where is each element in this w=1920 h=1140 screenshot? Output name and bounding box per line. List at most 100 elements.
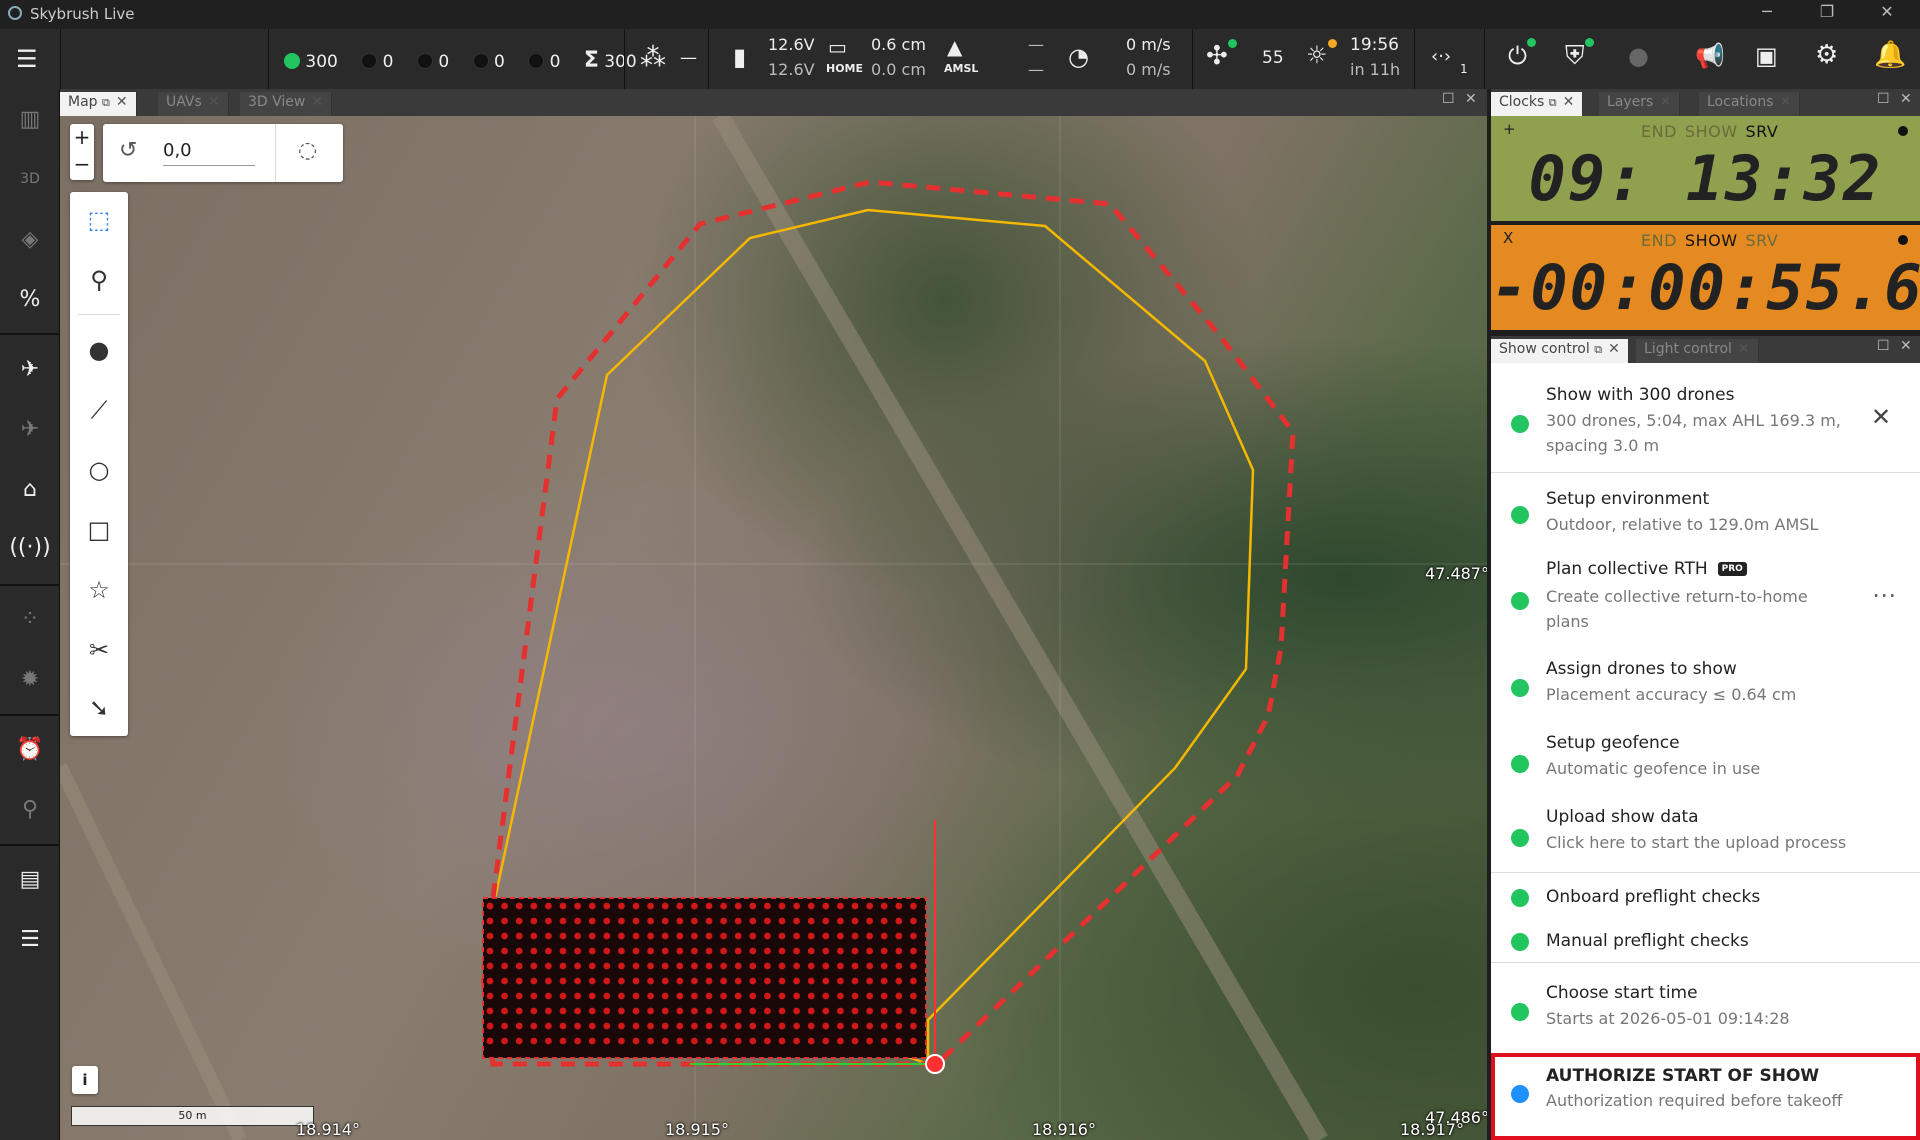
drone-marker[interactable] [530,947,538,955]
drone-marker[interactable] [603,932,611,940]
drone-marker[interactable] [734,902,742,910]
drone-marker[interactable] [851,932,859,940]
tab-map[interactable]: Map ⧉ ✕ [60,92,137,116]
drone-marker[interactable] [734,977,742,985]
drone-marker[interactable] [501,1022,508,1030]
drone-marker[interactable] [486,977,494,985]
drone-marker[interactable] [807,917,815,925]
drone-marker[interactable] [720,902,727,910]
drone-marker[interactable] [880,902,888,910]
drone-marker[interactable] [661,962,669,970]
drone-marker[interactable] [530,962,538,970]
map-view[interactable]: + − ↺ 0,0 ◌ ⬚ ⚲ ● ⟋ ○ □ ☆ ✂ ➘ i 50 m 18.… [60,116,1487,1140]
drone-marker[interactable] [880,917,888,925]
step-plan-rth[interactable]: Plan collective RTH PRO Create collective… [1491,543,1920,643]
drone-marker[interactable] [661,1007,669,1015]
drone-marker[interactable] [588,977,596,985]
drone-marker[interactable] [837,947,844,955]
step-onboard-preflight[interactable]: Onboard preflight checks [1491,873,1920,917]
drone-marker[interactable] [676,962,684,970]
drone-marker[interactable] [749,1007,757,1015]
close-panel-icon[interactable]: ✕ [1465,91,1477,107]
drone-marker[interactable] [778,947,786,955]
hamburger-menu-icon[interactable]: ☰ [16,45,38,73]
drone-marker[interactable] [632,1022,640,1030]
drone-marker[interactable] [778,1022,786,1030]
drone-marker[interactable] [866,977,873,985]
home-icon[interactable]: ⌂ [12,471,48,507]
drone-marker[interactable] [910,902,917,910]
drone-marker[interactable] [559,977,567,985]
rtk-icon[interactable]: ‹·› [1431,46,1451,67]
drone-marker[interactable] [866,932,873,940]
drone-marker[interactable] [559,947,567,955]
drone-marker[interactable] [486,917,494,925]
drone-marker[interactable] [822,977,830,985]
drone-marker[interactable] [880,1007,888,1015]
drone-marker[interactable] [793,917,800,925]
drone-marker[interactable] [880,992,888,1000]
drone-marker[interactable] [880,962,888,970]
sunset-icon[interactable]: ☼ [1306,41,1328,69]
drone-marker[interactable] [778,902,786,910]
drone-marker[interactable] [588,1007,596,1015]
step-upload-show-data[interactable]: Upload show data Click here to start the… [1491,793,1920,873]
drone-marker[interactable] [807,1007,815,1015]
drone-marker[interactable] [574,1022,581,1030]
zoom-out-button[interactable]: − [70,151,94,178]
drone-marker[interactable] [501,947,508,955]
tab-locations[interactable]: Locations ✕ [1699,92,1801,116]
drone-marker[interactable] [515,977,523,985]
drone-marker[interactable] [618,977,625,985]
tab-uavs[interactable]: UAVs ✕ [158,92,229,116]
step-choose-start-time[interactable]: Choose start time Starts at 2026-05-01 0… [1491,963,1920,1049]
drone-marker[interactable] [691,962,698,970]
drone-marker[interactable] [647,1007,654,1015]
drone-marker[interactable] [866,917,873,925]
drone-marker[interactable] [866,1007,873,1015]
drone-marker[interactable] [501,902,508,910]
drone-marker[interactable] [545,977,552,985]
drone-marker[interactable] [764,917,771,925]
drone-marker[interactable] [559,962,567,970]
drone-marker[interactable] [778,917,786,925]
drone-marker[interactable] [895,932,903,940]
point-tool-icon[interactable]: ● [70,322,128,378]
drone-marker[interactable] [866,1037,873,1045]
drone-marker[interactable] [837,962,844,970]
rotate-icon[interactable]: ↺ [119,138,137,163]
drone-marker[interactable] [632,962,640,970]
drone-marker[interactable] [895,962,903,970]
drone-marker[interactable] [822,1022,830,1030]
rectangle-tool-icon[interactable]: □ [70,502,128,558]
drone-marker[interactable] [807,932,815,940]
drone-marker[interactable] [545,992,552,1000]
drone-marker[interactable] [632,1007,640,1015]
drone-marker[interactable] [676,917,684,925]
drone-marker[interactable] [764,947,771,955]
drone-marker[interactable] [691,977,698,985]
drone-marker[interactable] [822,962,830,970]
drone-marker[interactable] [632,992,640,1000]
clear-show-icon[interactable]: ✕ [1871,403,1891,431]
drone-marker[interactable] [705,902,713,910]
drone-marker[interactable] [720,932,727,940]
location-pin-icon[interactable]: ⚲ [12,791,48,827]
step-show-file[interactable]: Show with 300 drones 300 drones, 5:04, m… [1491,363,1920,473]
drone-marker[interactable] [734,932,742,940]
drone-marker[interactable] [676,992,684,1000]
drone-marker[interactable] [647,992,654,1000]
3d-view-icon[interactable]: 3D [12,161,48,197]
info-button[interactable]: i [72,1066,98,1094]
drone-marker[interactable] [574,947,581,955]
drone-marker[interactable] [691,1007,698,1015]
drone-marker[interactable] [705,962,713,970]
maximize-panel-icon[interactable]: ☐ [1877,338,1890,354]
drone-marker[interactable] [910,992,917,1000]
drone-marker[interactable] [793,947,800,955]
drone-marker[interactable] [764,932,771,940]
drone-marker[interactable] [807,902,815,910]
drone-marker[interactable] [910,1022,917,1030]
drone-marker[interactable] [691,917,698,925]
drone-marker[interactable] [545,1022,552,1030]
